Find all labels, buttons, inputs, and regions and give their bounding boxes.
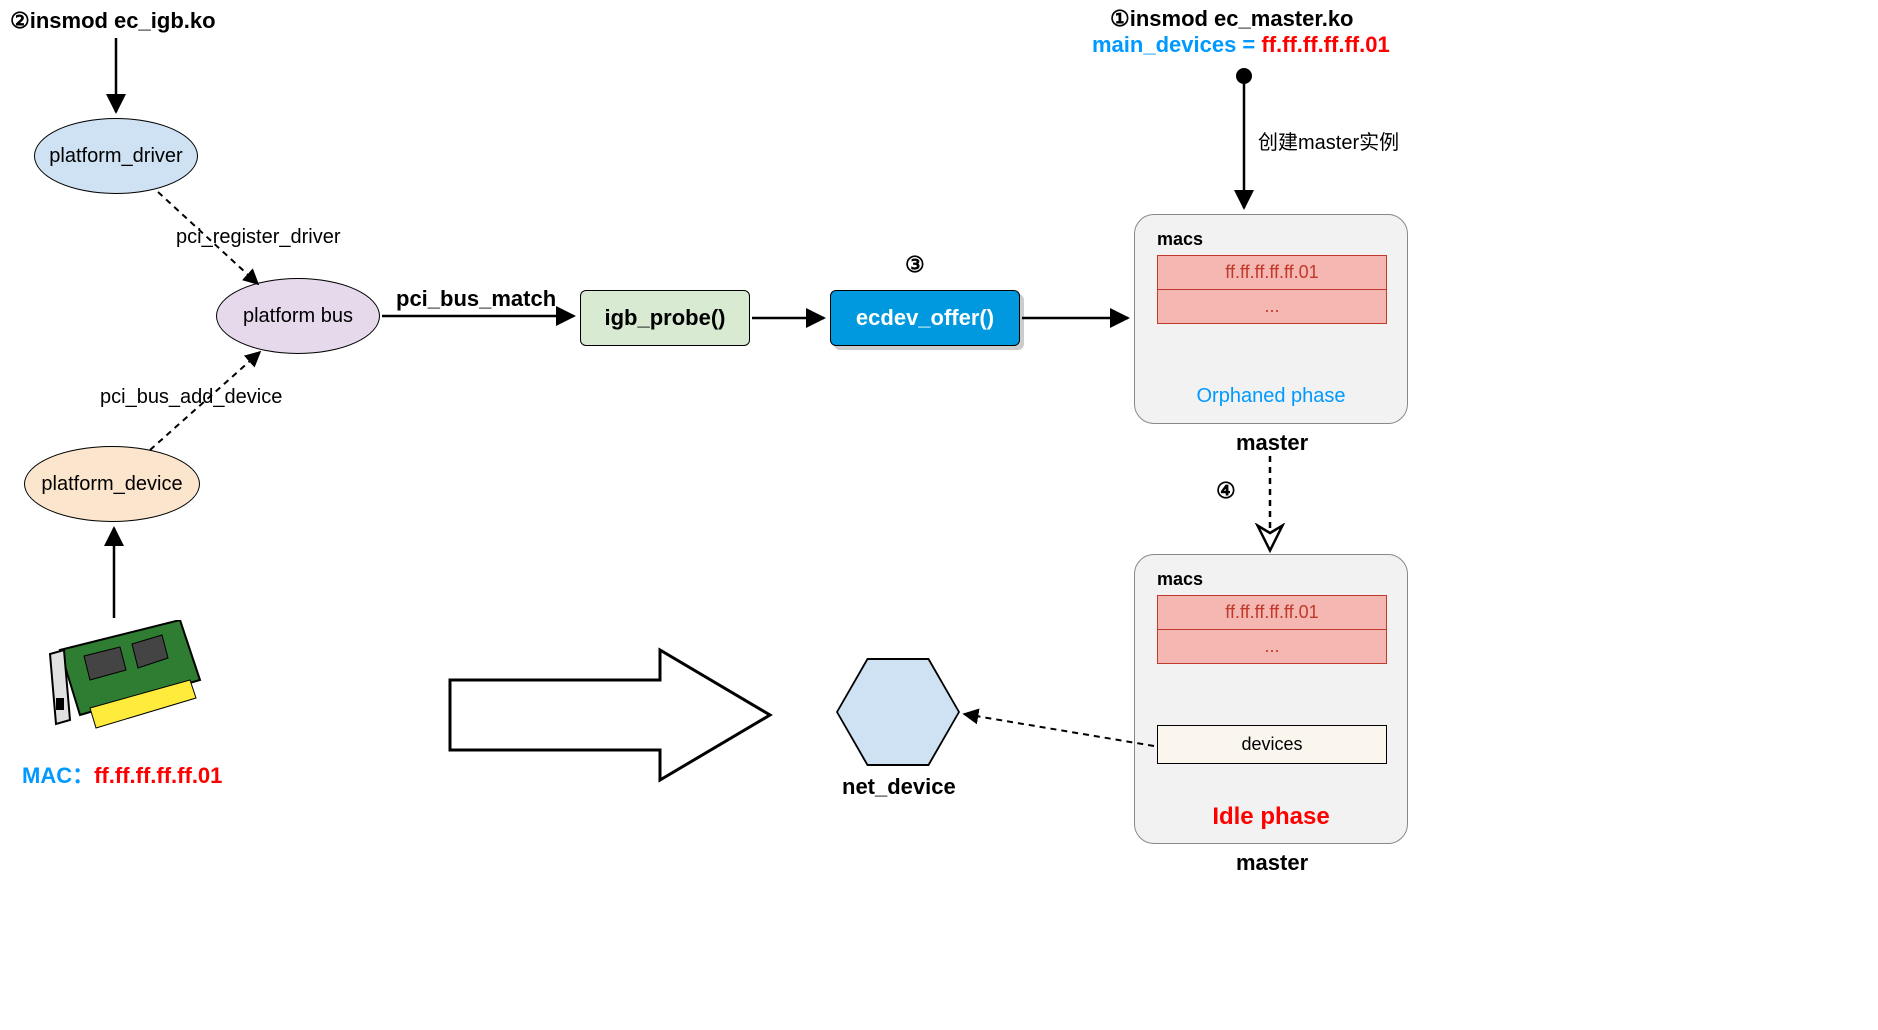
platform-device-ellipse: platform_device: [24, 446, 200, 522]
step1-main-devices: main_devices =: [1092, 32, 1261, 57]
m1-macs-row2: ...: [1158, 290, 1386, 323]
platform-driver-text: platform_driver: [49, 145, 182, 168]
mac-prefix: MAC：: [22, 763, 94, 788]
pci-register-driver-label: pci_register_driver: [176, 226, 341, 249]
platform-device-text: platform_device: [41, 473, 182, 496]
net-device-label: net_device: [842, 774, 956, 800]
master-box-idle: macs ff.ff.ff.ff.ff.01 ... devices Idle …: [1134, 554, 1408, 844]
m1-phase: Orphaned phase: [1135, 385, 1407, 408]
nic-card-icon: [40, 620, 210, 755]
m2-macs-row1: ff.ff.ff.ff.ff.01: [1158, 596, 1386, 630]
platform-bus-text: platform bus: [243, 305, 353, 328]
m2-macs-title: macs: [1157, 569, 1203, 590]
m2-macs-table: ff.ff.ff.ff.ff.01 ...: [1157, 595, 1387, 664]
igb-probe-box: igb_probe(): [580, 290, 750, 346]
igb-probe-text: igb_probe(): [605, 305, 726, 331]
mac-value: ff.ff.ff.ff.ff.01: [94, 763, 222, 788]
step1-mac: ff.ff.ff.ff.ff.01: [1261, 32, 1389, 57]
m1-macs-title: macs: [1157, 229, 1203, 250]
diagram-canvas: ②insmod ec_igb.ko platform_driver pci_re…: [0, 0, 1878, 1030]
m2-phase: Idle phase: [1135, 803, 1407, 831]
step4-num: ④: [1216, 478, 1236, 504]
m2-devices-box: devices: [1157, 725, 1387, 764]
m1-macs-table: ff.ff.ff.ff.ff.01 ...: [1157, 255, 1387, 324]
step1-line1: ①insmod ec_master.ko: [1110, 6, 1354, 32]
ecdev-offer-text: ecdev_offer(): [856, 305, 994, 331]
net-device-hex: [838, 660, 958, 764]
pci-bus-add-device-label: pci_bus_add_device: [100, 386, 282, 409]
master-box-orphaned: macs ff.ff.ff.ff.ff.01 ... Orphaned phas…: [1134, 214, 1408, 424]
pci-bus-match-label: pci_bus_match: [396, 286, 556, 312]
m1-macs-row1: ff.ff.ff.ff.ff.01: [1158, 256, 1386, 290]
step1-line2: main_devices = ff.ff.ff.ff.ff.01: [1092, 32, 1390, 58]
big-arrow-icon: [440, 640, 780, 770]
platform-bus-ellipse: platform bus: [216, 278, 380, 354]
ecdev-offer-box: ecdev_offer(): [830, 290, 1020, 346]
step2-label: ②insmod ec_igb.ko: [10, 8, 216, 34]
m2-caption: master: [1236, 850, 1308, 876]
mac-label: MAC：ff.ff.ff.ff.ff.01: [22, 758, 222, 790]
create-master-label: 创建master实例: [1258, 126, 1399, 155]
m1-caption: master: [1236, 430, 1308, 456]
m2-macs-row2: ...: [1158, 630, 1386, 663]
platform-driver-ellipse: platform_driver: [34, 118, 198, 194]
arrow-overlay: [0, 0, 1878, 1030]
step3-num: ③: [905, 252, 925, 278]
